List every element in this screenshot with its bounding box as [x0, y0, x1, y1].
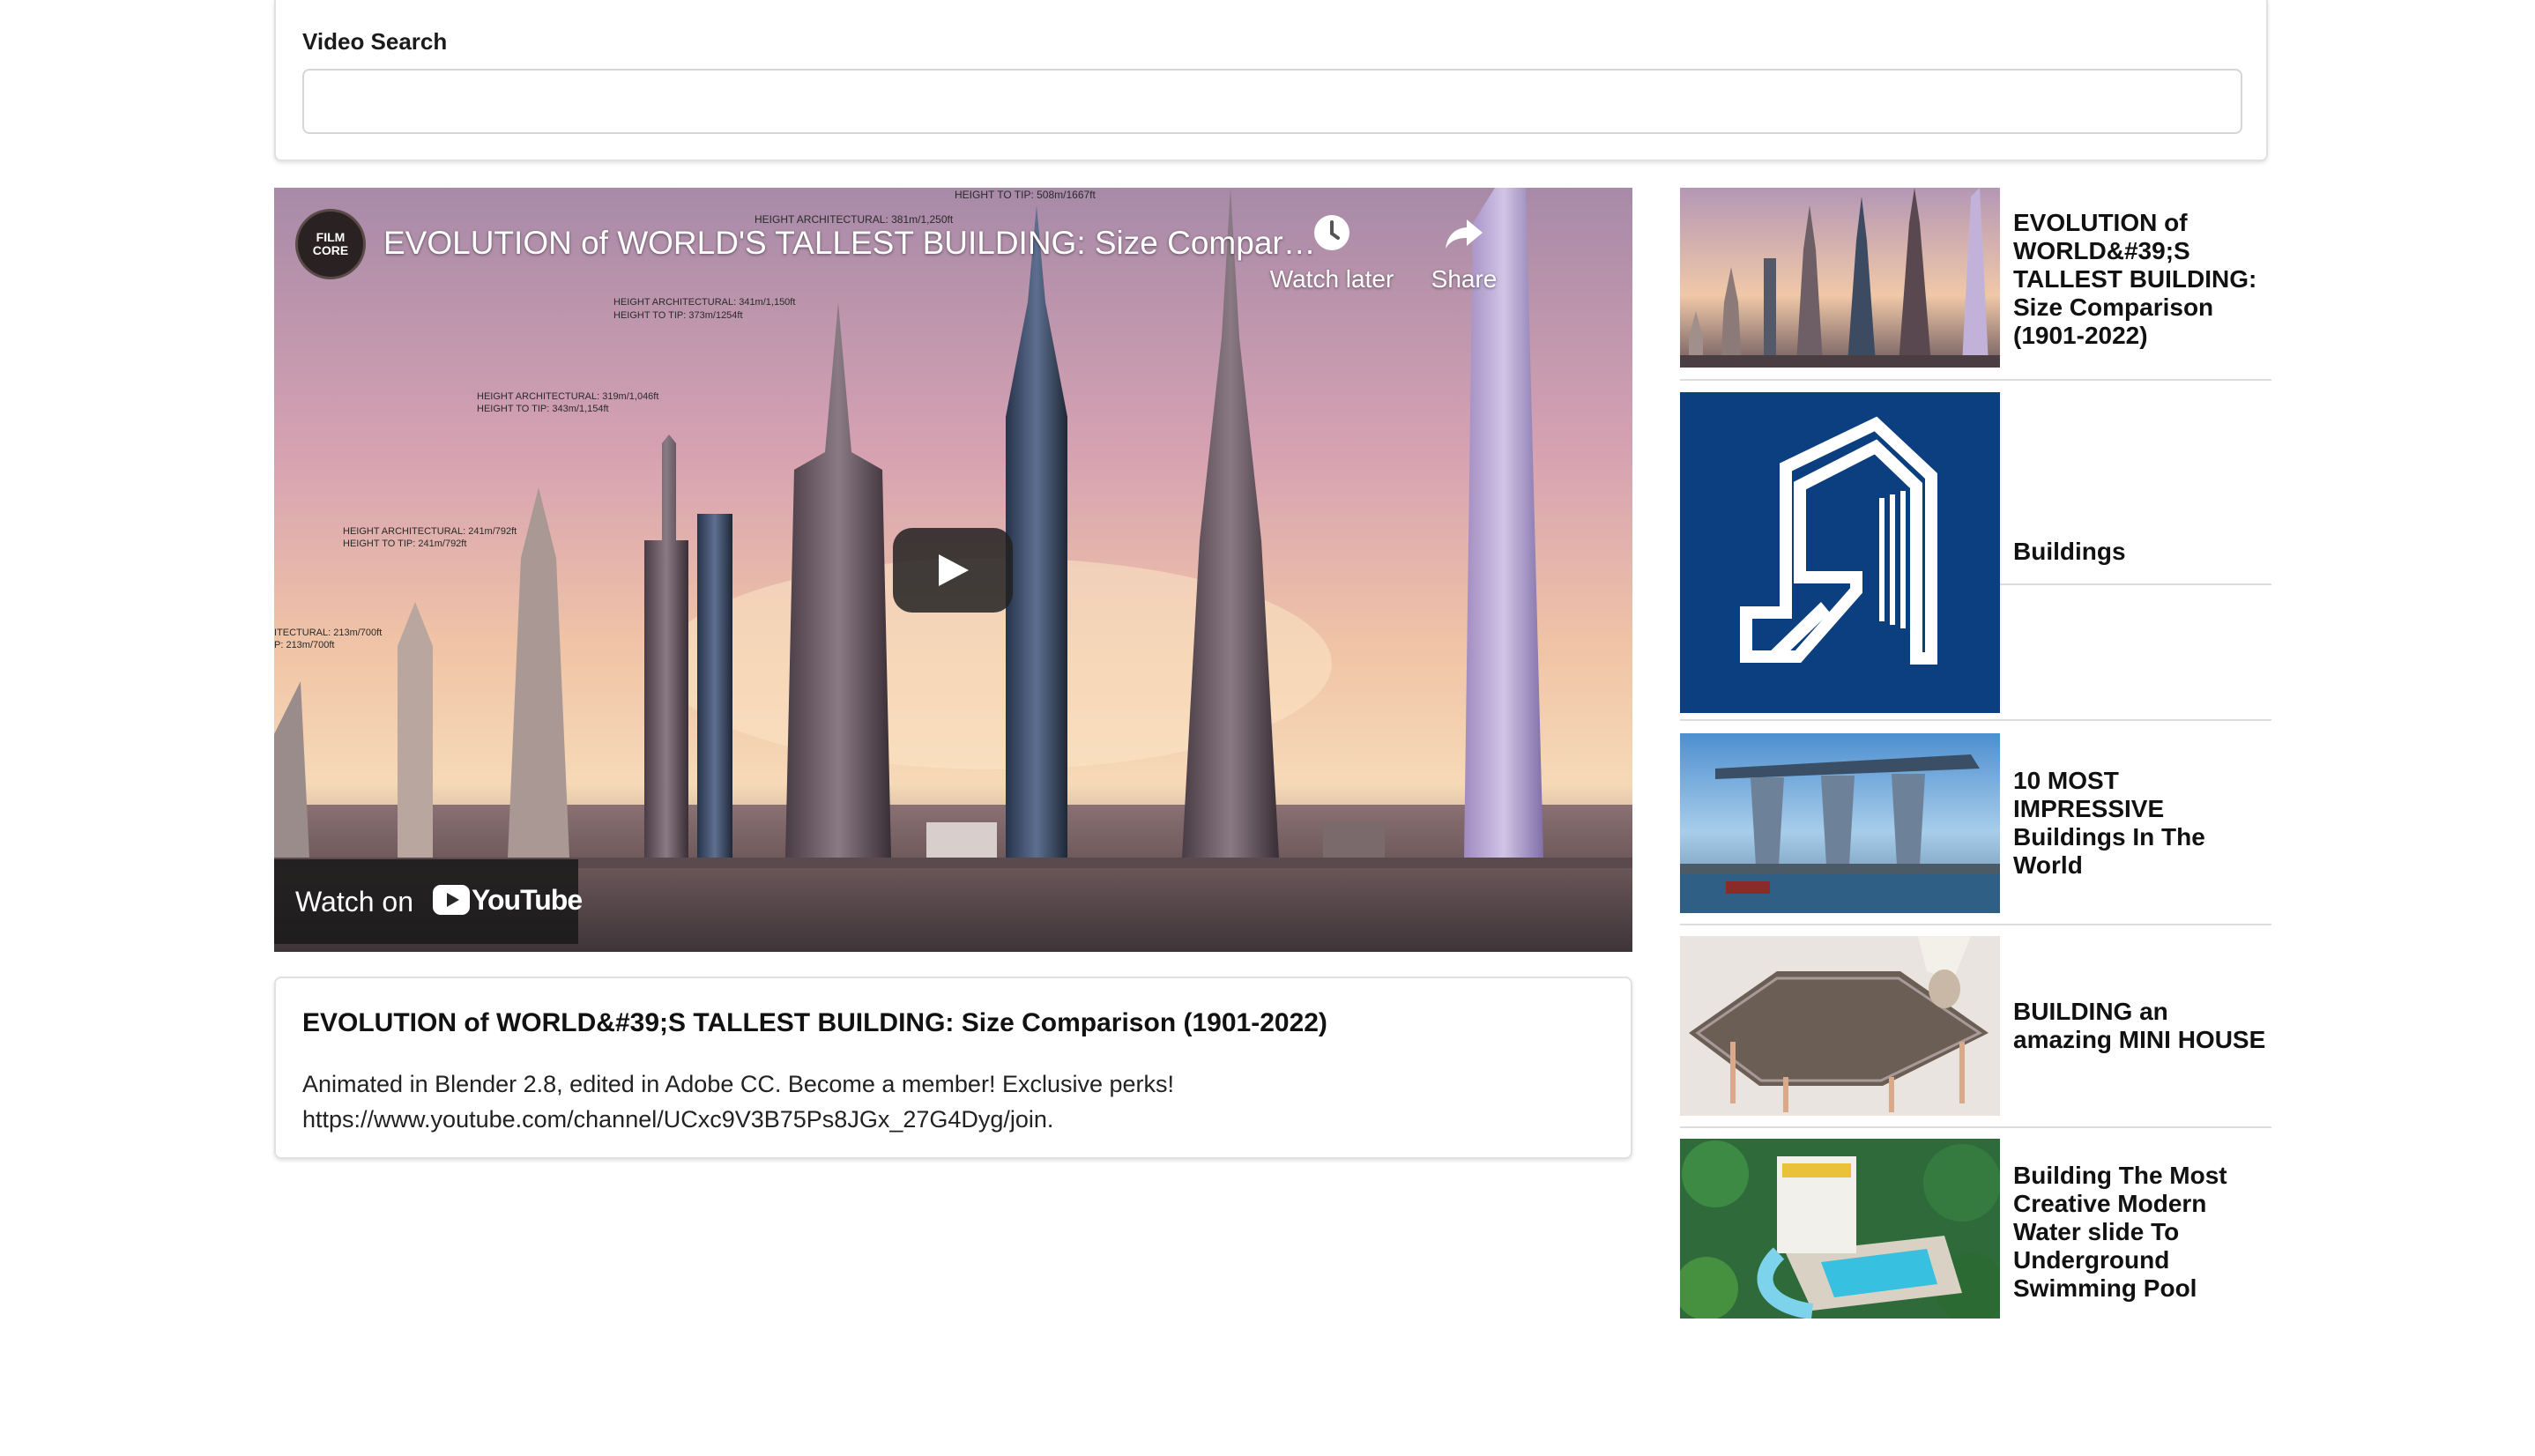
- related-video-item[interactable]: EVOLUTION of WORLD&#39;S TALLEST BUILDIN…: [1680, 188, 2271, 381]
- video-title: EVOLUTION of WORLD&#39;S TALLEST BUILDIN…: [302, 1008, 1327, 1037]
- channel-avatar[interactable]: FILM CORE: [295, 209, 366, 279]
- related-video-title[interactable]: Building The Most Creative Modern Water …: [2013, 1144, 2269, 1320]
- share-label: Share: [1431, 265, 1498, 293]
- player-video-title[interactable]: EVOLUTION of WORLD'S TALLEST BUILDING: S…: [383, 225, 1318, 262]
- water-slide-thumbnail: [1680, 1139, 2000, 1319]
- list-divider: [1680, 719, 2271, 721]
- annotation-text: P: 213m/700ft: [274, 640, 335, 650]
- search-label: Video Search: [302, 28, 448, 55]
- mini-house-thumbnail: [1680, 936, 2000, 1116]
- related-video-item[interactable]: 10 MOST IMPRESSIVE Buildings In The Worl…: [1680, 733, 2271, 925]
- share-icon: [1446, 219, 1483, 249]
- marina-bay-thumbnail: [1680, 733, 2000, 913]
- related-video-title[interactable]: 10 MOST IMPRESSIVE Buildings In The Worl…: [2013, 751, 2269, 895]
- clock-icon: [1314, 215, 1349, 250]
- annotation-text: HEIGHT TO TIP: 373m/1254ft: [613, 310, 743, 321]
- video-details-card: EVOLUTION of WORLD&#39;S TALLEST BUILDIN…: [274, 977, 1632, 1159]
- annotation-text: HEIGHT ARCHITECTURAL: 319m/1,046ft: [477, 391, 658, 402]
- annotation-text: HEIGHT TO TIP: 241m/792ft: [343, 539, 466, 549]
- play-button[interactable]: [893, 528, 1013, 613]
- video-player[interactable]: HEIGHT TO TIP: 508m/1667ft HEIGHT ARCHIT…: [274, 188, 1632, 952]
- annotation-text: HEIGHT ARCHITECTURAL: 381m/1,250ft: [755, 213, 954, 226]
- related-video-title[interactable]: BUILDING an amazing MINI HOUSE: [2013, 954, 2269, 1098]
- annotation-text: HEIGHT TO TIP: 343m/1,154ft: [477, 404, 609, 414]
- share-button[interactable]: Share: [1411, 209, 1517, 293]
- watch-later-button[interactable]: Watch later: [1261, 209, 1402, 293]
- related-video-title[interactable]: EVOLUTION of WORLD&#39;S TALLEST BUILDIN…: [2013, 209, 2269, 350]
- annotation-text: HEIGHT TO TIP: 508m/1667ft: [955, 189, 1097, 201]
- watch-later-label: Watch later: [1269, 265, 1394, 293]
- watch-on-youtube-button[interactable]: Watch on YouTube: [274, 859, 583, 944]
- search-input[interactable]: [302, 69, 2242, 134]
- related-video-item[interactable]: Building The Most Creative Modern Water …: [1680, 1139, 2271, 1320]
- watch-on-label: Watch on: [295, 886, 413, 917]
- channel-badge-text: FILM CORE: [312, 230, 349, 257]
- related-video-item[interactable]: BUILDING an amazing MINI HOUSE: [1680, 936, 2271, 1128]
- annotation-text: HEIGHT ARCHITECTURAL: 341m/1,150ft: [613, 297, 795, 308]
- buildings-logo-thumbnail: [1680, 392, 2000, 713]
- related-video-title[interactable]: Buildings: [2013, 391, 2269, 712]
- skyline-thumbnail: [1680, 188, 2000, 368]
- video-description: Animated in Blender 2.8, edited in Adobe…: [302, 1071, 1175, 1133]
- search-card: Video Search: [274, 0, 2268, 161]
- youtube-label: YouTube: [472, 884, 583, 916]
- annotation-text: HEIGHT ARCHITECTURAL: 241m/792ft: [343, 526, 517, 537]
- annotation-text: ITECTURAL: 213m/700ft: [274, 628, 382, 638]
- play-icon: [939, 554, 969, 586]
